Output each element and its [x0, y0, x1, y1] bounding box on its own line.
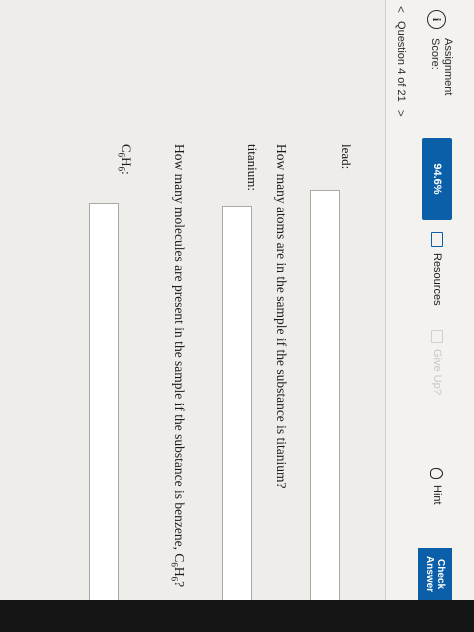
- folder-icon: [431, 232, 443, 247]
- question-counter: Question 4 of 21: [395, 21, 407, 102]
- question-navigation: < Question 4 of 21 >: [394, 6, 408, 117]
- assignment-score-label: Assignment Score:: [429, 38, 454, 96]
- molecules-question-text: How many molecules are present in the sa…: [172, 144, 187, 563]
- screen-bezel: [0, 600, 474, 632]
- flag-icon: [431, 330, 443, 343]
- check-answer-button[interactable]: Check Answer: [418, 548, 452, 600]
- next-question-chevron[interactable]: >: [394, 110, 408, 117]
- lead-answer-input[interactable]: [310, 190, 340, 600]
- titanium-answer-input[interactable]: [222, 206, 252, 600]
- give-up-button[interactable]: Give Up?: [424, 330, 450, 395]
- molecules-question-suffix: ?: [172, 581, 187, 588]
- titanium-label: titanium:: [245, 144, 260, 191]
- benzene-answer-input[interactable]: [89, 203, 119, 600]
- benzene-label: C6H6:: [116, 144, 134, 175]
- molecules-question: How many molecules are present in the sa…: [169, 144, 187, 587]
- top-toolbar: i Assignment Score: 94.6% Resources Give…: [385, 0, 474, 600]
- prev-question-chevron[interactable]: <: [394, 6, 408, 13]
- score-badge: 94.6%: [422, 138, 452, 220]
- assignment-page: i Assignment Score: 94.6% Resources Give…: [0, 0, 474, 600]
- give-up-label: Give Up?: [431, 349, 443, 395]
- benzene-c: C: [119, 144, 134, 153]
- resources-button[interactable]: Resources: [424, 232, 450, 306]
- info-icon[interactable]: i: [427, 10, 446, 29]
- benzene-h: H: [119, 157, 134, 167]
- lead-label: lead:: [339, 144, 354, 170]
- molecules-question-h: H: [172, 566, 187, 577]
- benzene-colon: :: [119, 171, 134, 175]
- hint-label: Hint: [431, 485, 443, 505]
- resources-label: Resources: [431, 253, 443, 306]
- hint-button[interactable]: Hint: [424, 468, 450, 505]
- lightbulb-icon: [430, 468, 444, 479]
- atoms-question: How many atoms are in the sample if the …: [274, 144, 289, 489]
- rotated-screen: i Assignment Score: 94.6% Resources Give…: [0, 0, 474, 632]
